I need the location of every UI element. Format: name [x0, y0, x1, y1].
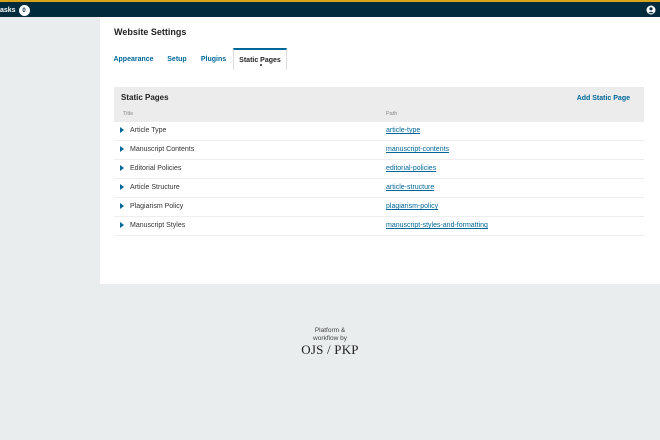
user-icon[interactable]	[646, 5, 656, 15]
settings-tabs: Appearance Setup Plugins Static Pages	[113, 48, 287, 70]
row-title: Article Structure	[130, 184, 180, 191]
page-title: Website Settings	[114, 27, 187, 37]
tab-setup[interactable]: Setup	[160, 48, 194, 70]
expand-arrow-icon[interactable]	[120, 127, 124, 133]
row-title: Plagiarism Policy	[130, 203, 184, 210]
row-title: Manuscript Contents	[130, 146, 195, 153]
row-title: Manuscript Styles	[130, 222, 186, 229]
column-header-path: Path	[386, 111, 398, 117]
row-path-link[interactable]: manuscript-styles-and-formatting	[386, 222, 488, 229]
row-title: Editorial Policies	[130, 165, 182, 172]
expand-arrow-icon[interactable]	[120, 203, 124, 209]
row-path-link[interactable]: editorial-policies	[386, 165, 436, 172]
column-headers: Title Path	[114, 106, 644, 122]
table-row: Article Type article-type	[114, 122, 644, 141]
static-pages-grid: Static Pages Add Static Page Title Path …	[114, 87, 644, 236]
table-row: Manuscript Contents manuscript-contents	[114, 141, 644, 160]
top-navigation-bar: asks 0	[0, 0, 660, 17]
row-title: Article Type	[130, 127, 167, 134]
tab-static-pages[interactable]: Static Pages	[233, 48, 287, 70]
main-panel: Website Settings Appearance Setup Plugin…	[100, 17, 660, 284]
add-static-page-button[interactable]: Add Static Page	[577, 95, 630, 102]
table-row: Manuscript Styles manuscript-styles-and-…	[114, 217, 644, 236]
tab-plugins[interactable]: Plugins	[194, 48, 233, 70]
tasks-count-badge: 0	[18, 5, 30, 16]
row-path-link[interactable]: plagiarism-policy	[386, 203, 438, 210]
column-header-title: Title	[123, 111, 134, 117]
row-path-link[interactable]: article-structure	[386, 184, 434, 191]
grid-header: Static Pages Add Static Page	[114, 87, 644, 106]
ojs-pkp-logo: OJS / PKP	[301, 342, 359, 357]
table-row: Plagiarism Policy plagiarism-policy	[114, 198, 644, 217]
expand-arrow-icon[interactable]	[120, 184, 124, 190]
expand-arrow-icon[interactable]	[120, 165, 124, 171]
row-path-link[interactable]: article-type	[386, 127, 420, 134]
table-row: Editorial Policies editorial-policies	[114, 160, 644, 179]
grid-title: Static Pages	[121, 93, 169, 102]
expand-arrow-icon[interactable]	[120, 146, 124, 152]
tasks-link[interactable]: asks 0	[0, 4, 30, 17]
tab-appearance[interactable]: Appearance	[113, 48, 160, 70]
row-path-link[interactable]: manuscript-contents	[386, 146, 449, 153]
footer-branding[interactable]: Platform & workflow by OJS / PKP	[285, 327, 375, 357]
footer-line-1: Platform &	[314, 327, 346, 334]
expand-arrow-icon[interactable]	[120, 222, 124, 228]
table-row: Article Structure article-structure	[114, 179, 644, 198]
tasks-label: asks	[0, 7, 16, 14]
